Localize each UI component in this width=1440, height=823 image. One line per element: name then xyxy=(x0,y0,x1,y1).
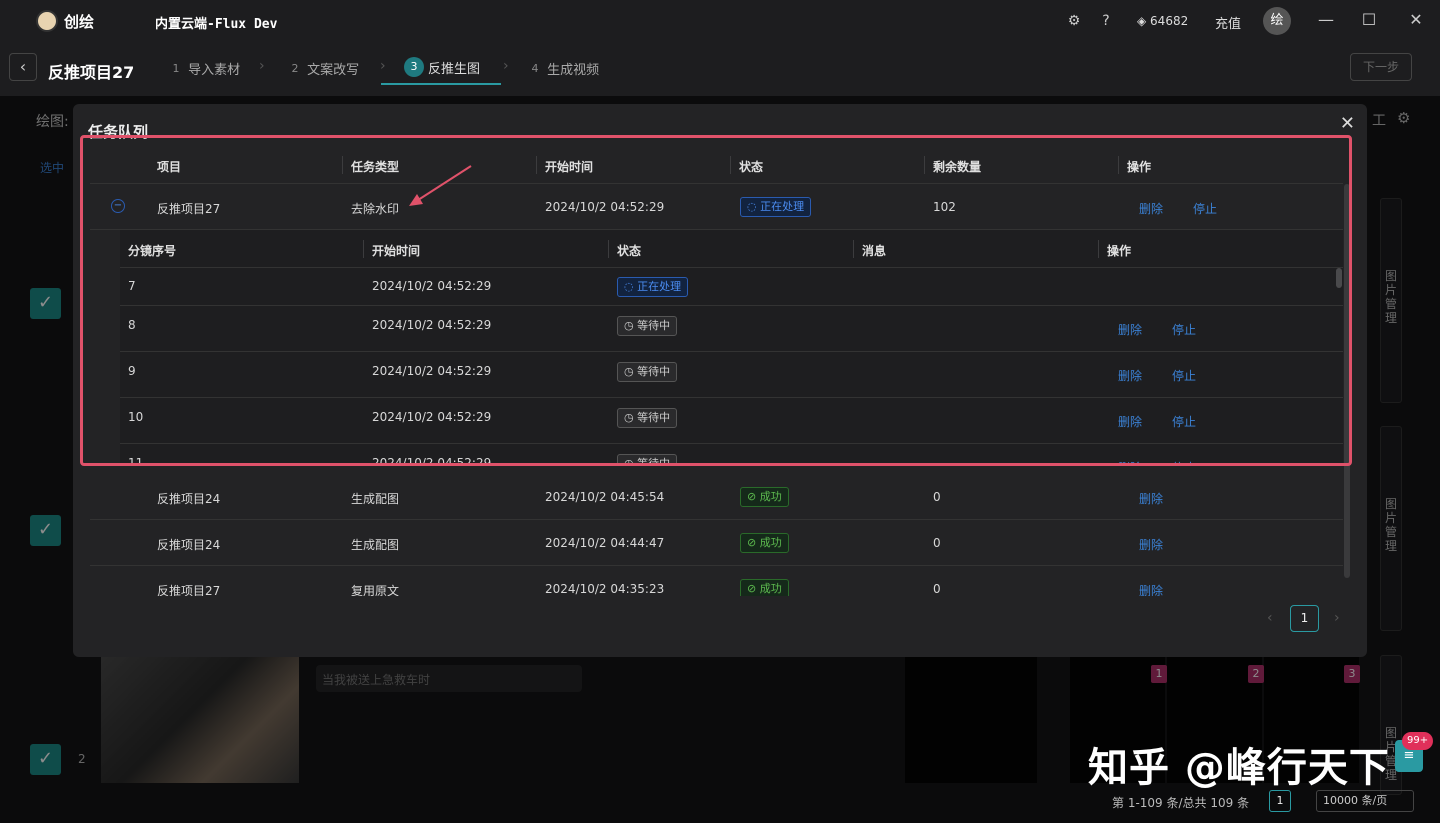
next-page-icon[interactable]: › xyxy=(1334,610,1340,626)
status-badge: ⊘ 成功 xyxy=(740,533,789,553)
row-project: 反推项目24 xyxy=(157,492,221,506)
step-rewrite[interactable]: 2 文案改写 xyxy=(287,59,360,78)
page-button[interactable]: 1 xyxy=(1269,790,1291,812)
check-circle-icon: ⊘ xyxy=(747,490,760,503)
recharge-button[interactable]: 充值 xyxy=(1215,13,1241,32)
chevron-right-icon: › xyxy=(503,58,509,74)
status-badge: ⊘ 成功 xyxy=(740,579,789,596)
page-button[interactable]: 1 xyxy=(1290,605,1319,632)
annotation-arrow xyxy=(409,165,472,206)
delete-link[interactable]: 删除 xyxy=(1139,582,1163,596)
close-icon[interactable]: ✕ xyxy=(1340,113,1355,134)
row-start: 2024/10/2 04:35:23 xyxy=(545,582,665,596)
close-window-icon[interactable]: ✕ xyxy=(1406,10,1426,30)
credits-value: 64682 xyxy=(1150,14,1189,28)
check-circle-icon: ⊘ xyxy=(747,536,760,549)
table-row: 反推项目27 复用原文 2024/10/2 04:35:23 ⊘ 成功 0 删除 xyxy=(90,566,1343,596)
step-video[interactable]: 4 生成视频 xyxy=(527,59,600,78)
row-start: 2024/10/2 04:44:47 xyxy=(545,536,665,550)
chevron-right-icon: › xyxy=(380,58,386,74)
back-button[interactable]: ‹ xyxy=(9,53,37,81)
page-size-select[interactable]: 10000 条/页 xyxy=(1316,790,1414,812)
highlight-frame xyxy=(80,135,1352,466)
table-row: 反推项目24 生成配图 2024/10/2 04:44:47 ⊘ 成功 0 删除 xyxy=(90,520,1343,566)
help-icon[interactable]: ? xyxy=(1098,13,1114,29)
chevron-right-icon: › xyxy=(259,58,265,74)
model-selector[interactable]: 内置云端-Flux Dev xyxy=(155,13,277,32)
active-step-indicator xyxy=(381,83,501,85)
chat-badge: 99+ xyxy=(1402,732,1434,750)
table-row: 反推项目24 生成配图 2024/10/2 04:45:54 ⊘ 成功 0 删除 xyxy=(90,474,1343,520)
pagination-summary: 第 1-109 条/总共 109 条 xyxy=(1112,796,1250,810)
check-circle-icon: ⊘ xyxy=(747,582,760,595)
row-type: 生成配图 xyxy=(351,538,400,552)
row-type: 生成配图 xyxy=(351,492,400,506)
delete-link[interactable]: 删除 xyxy=(1139,490,1163,507)
row-project: 反推项目24 xyxy=(157,538,221,552)
credits-display: ◈ 64682 xyxy=(1137,14,1188,28)
row-start: 2024/10/2 04:45:54 xyxy=(545,490,665,504)
maximize-icon[interactable]: ☐ xyxy=(1359,10,1379,30)
app-name: 创绘 xyxy=(64,13,95,31)
prev-page-icon[interactable]: ‹ xyxy=(1267,610,1273,626)
delete-link[interactable]: 删除 xyxy=(1139,536,1163,553)
watermark: 知乎 @峰行天下 xyxy=(1088,745,1390,791)
page-title: 反推项目27 xyxy=(48,63,135,82)
app-logo xyxy=(36,10,58,32)
step-import[interactable]: 1 导入素材 xyxy=(168,59,241,78)
row-remaining: 0 xyxy=(933,582,941,596)
next-button[interactable]: 下一步 xyxy=(1350,53,1412,81)
status-badge: ⊘ 成功 xyxy=(740,487,789,507)
minimize-icon[interactable]: — xyxy=(1316,10,1336,30)
avatar[interactable]: 绘 xyxy=(1263,7,1291,35)
row-remaining: 0 xyxy=(933,536,941,550)
credits-icon: ◈ xyxy=(1137,14,1151,28)
settings-icon[interactable]: ⚙ xyxy=(1066,13,1082,29)
row-type: 复用原文 xyxy=(351,584,400,596)
row-project: 反推项目27 xyxy=(157,584,221,596)
step-reverse[interactable]: 3 反推生图 xyxy=(404,57,480,77)
row-remaining: 0 xyxy=(933,490,941,504)
